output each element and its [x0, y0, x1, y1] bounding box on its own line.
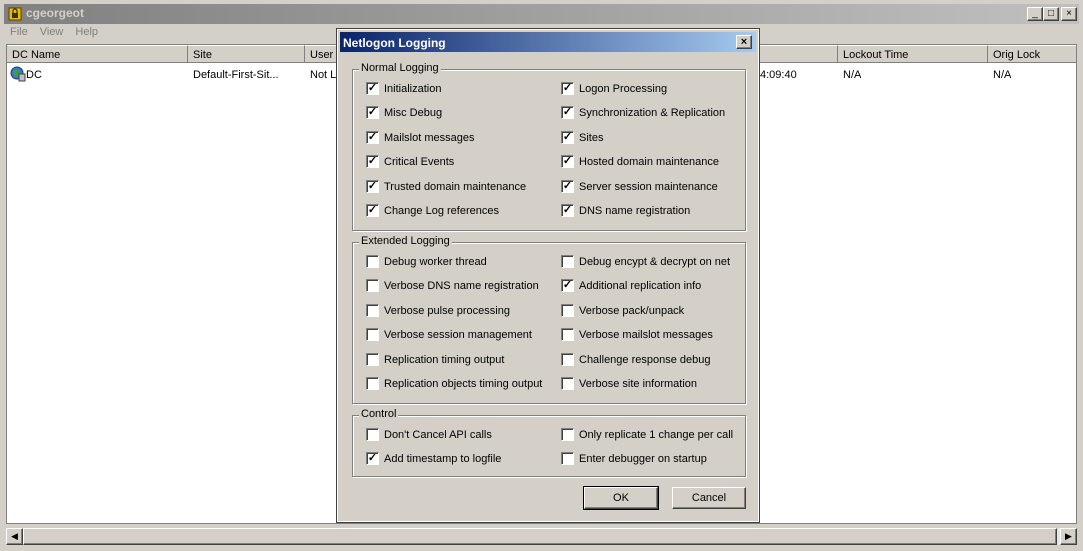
scroll-right-icon[interactable]: ▶: [1060, 528, 1077, 545]
globe-server-icon: [10, 66, 26, 82]
checkbox-label: Verbose mailslot messages: [579, 329, 713, 342]
dialog-title: Netlogon Logging: [343, 36, 446, 50]
cell-lockout-time: N/A: [843, 69, 862, 81]
checkbox[interactable]: ✓: [561, 155, 574, 169]
maximize-button[interactable]: □: [1043, 7, 1059, 21]
checkbox[interactable]: [366, 279, 379, 293]
scroll-thumb[interactable]: [23, 528, 1057, 545]
checkbox-label: Initialization: [384, 83, 442, 95]
cell-user-state: Not Lo: [310, 69, 340, 81]
checkbox[interactable]: ✓: [561, 130, 574, 144]
horizontal-scrollbar[interactable]: ◀ ▶: [6, 528, 1077, 545]
checkbox[interactable]: [366, 428, 379, 441]
checkbox-label: DNS name registration: [579, 205, 691, 217]
checkbox-label: Server session maintenance: [579, 180, 718, 193]
normal-logging-legend: Normal Logging: [359, 62, 441, 74]
checkbox-label: Replication timing output: [384, 353, 505, 366]
checkbox-label: Trusted domain maintenance: [384, 180, 527, 193]
dialog-close-button[interactable]: ×: [736, 35, 752, 49]
checkbox-label: Sites: [579, 131, 604, 144]
checkbox-label: Don't Cancel API calls: [384, 429, 492, 441]
column-header-hidden[interactable]: [759, 45, 838, 63]
checkbox-label: Additional replication info: [579, 280, 702, 293]
cell-dc-name: DC: [26, 69, 42, 81]
checkbox-label: Add timestamp to logfile: [384, 453, 502, 465]
title-bar[interactable]: cgeorgeot _ □ ×: [4, 4, 1079, 24]
checkbox[interactable]: ✓: [366, 106, 379, 120]
checkbox-label: Verbose site information: [579, 378, 698, 390]
checkbox[interactable]: [366, 328, 379, 342]
minimize-button[interactable]: _: [1027, 7, 1043, 21]
checkbox[interactable]: [366, 303, 379, 317]
menu-bar: File View Help: [4, 24, 104, 42]
window-title: cgeorgeot: [26, 6, 85, 20]
cell-orig-lock: N/A: [993, 69, 1012, 81]
ok-button[interactable]: OK: [583, 486, 659, 510]
checkbox-label: Verbose session management: [384, 329, 532, 342]
lock-app-icon: [8, 7, 22, 21]
scroll-left-icon[interactable]: ◀: [6, 528, 23, 545]
checkbox[interactable]: ✓: [561, 204, 574, 217]
netlogon-logging-dialog: Netlogon Logging × Normal Logging ✓ Initi…: [336, 28, 760, 523]
checkbox[interactable]: ✓: [366, 130, 379, 144]
checkbox-label: Synchronization & Replication: [579, 107, 726, 120]
checkbox-label: Debug encypt & decrypt on net: [579, 256, 731, 268]
checkbox-label: Replication objects timing output: [384, 378, 543, 390]
checkbox[interactable]: [561, 328, 574, 342]
checkbox-label: Verbose pulse processing: [384, 304, 510, 317]
checkbox-label: Enter debugger on startup: [579, 453, 707, 465]
checkbox[interactable]: [366, 352, 379, 366]
extended-logging-legend: Extended Logging: [359, 235, 452, 247]
checkbox[interactable]: ✓: [561, 179, 574, 193]
checkbox-label: Only replicate 1 change per call: [579, 429, 734, 441]
checkbox-label: Mailslot messages: [384, 131, 475, 144]
checkbox-label: Logon Processing: [579, 83, 668, 95]
cell-site: Default-First-Sit...: [193, 69, 279, 81]
cell-time: 4:09:40: [760, 69, 797, 81]
checkbox[interactable]: [561, 452, 574, 465]
checkbox[interactable]: [561, 255, 574, 268]
checkbox[interactable]: ✓: [366, 155, 379, 169]
checkbox-label: Challenge response debug: [579, 353, 711, 366]
cancel-button[interactable]: Cancel: [672, 487, 746, 509]
control-group: Control Don't Cancel API calls Only repli…: [352, 408, 746, 477]
checkbox-label: Verbose DNS name registration: [384, 280, 539, 293]
checkbox-label: Misc Debug: [384, 107, 443, 120]
column-header-lockout-time[interactable]: Lockout Time: [838, 45, 988, 63]
menu-file[interactable]: File: [4, 24, 34, 40]
checkbox-label: Verbose pack/unpack: [579, 304, 685, 317]
checkbox[interactable]: [561, 303, 574, 317]
checkbox[interactable]: ✓: [561, 106, 574, 120]
column-header-orig-lock[interactable]: Orig Lock: [988, 45, 1076, 63]
checkbox[interactable]: ✓: [366, 82, 379, 95]
checkbox[interactable]: ✓: [366, 179, 379, 193]
dialog-title-bar[interactable]: Netlogon Logging ×: [340, 32, 756, 52]
checkbox-label: Debug worker thread: [384, 256, 487, 268]
checkbox[interactable]: ✓: [561, 279, 574, 293]
menu-help[interactable]: Help: [69, 24, 104, 40]
extended-logging-group: Extended Logging Debug worker thread Debu…: [352, 235, 746, 404]
checkbox[interactable]: [561, 377, 574, 390]
column-header-site[interactable]: Site: [188, 45, 305, 63]
close-window-button[interactable]: ×: [1061, 7, 1077, 21]
checkbox-label: Change Log references: [384, 205, 499, 217]
normal-logging-group: Normal Logging ✓ Initialization ✓ Logon Pro…: [352, 62, 746, 231]
checkbox[interactable]: [561, 352, 574, 366]
menu-view[interactable]: View: [34, 24, 70, 40]
column-header-dc-name[interactable]: DC Name: [7, 45, 188, 63]
checkbox-label: Hosted domain maintenance: [579, 156, 720, 169]
checkbox[interactable]: ✓: [366, 204, 379, 217]
checkbox[interactable]: [366, 255, 379, 268]
control-legend: Control: [359, 408, 399, 420]
checkbox[interactable]: [561, 428, 574, 441]
checkbox-label: Critical Events: [384, 156, 455, 169]
checkbox[interactable]: [366, 377, 379, 390]
checkbox[interactable]: ✓: [366, 452, 379, 465]
checkbox[interactable]: ✓: [561, 82, 574, 95]
